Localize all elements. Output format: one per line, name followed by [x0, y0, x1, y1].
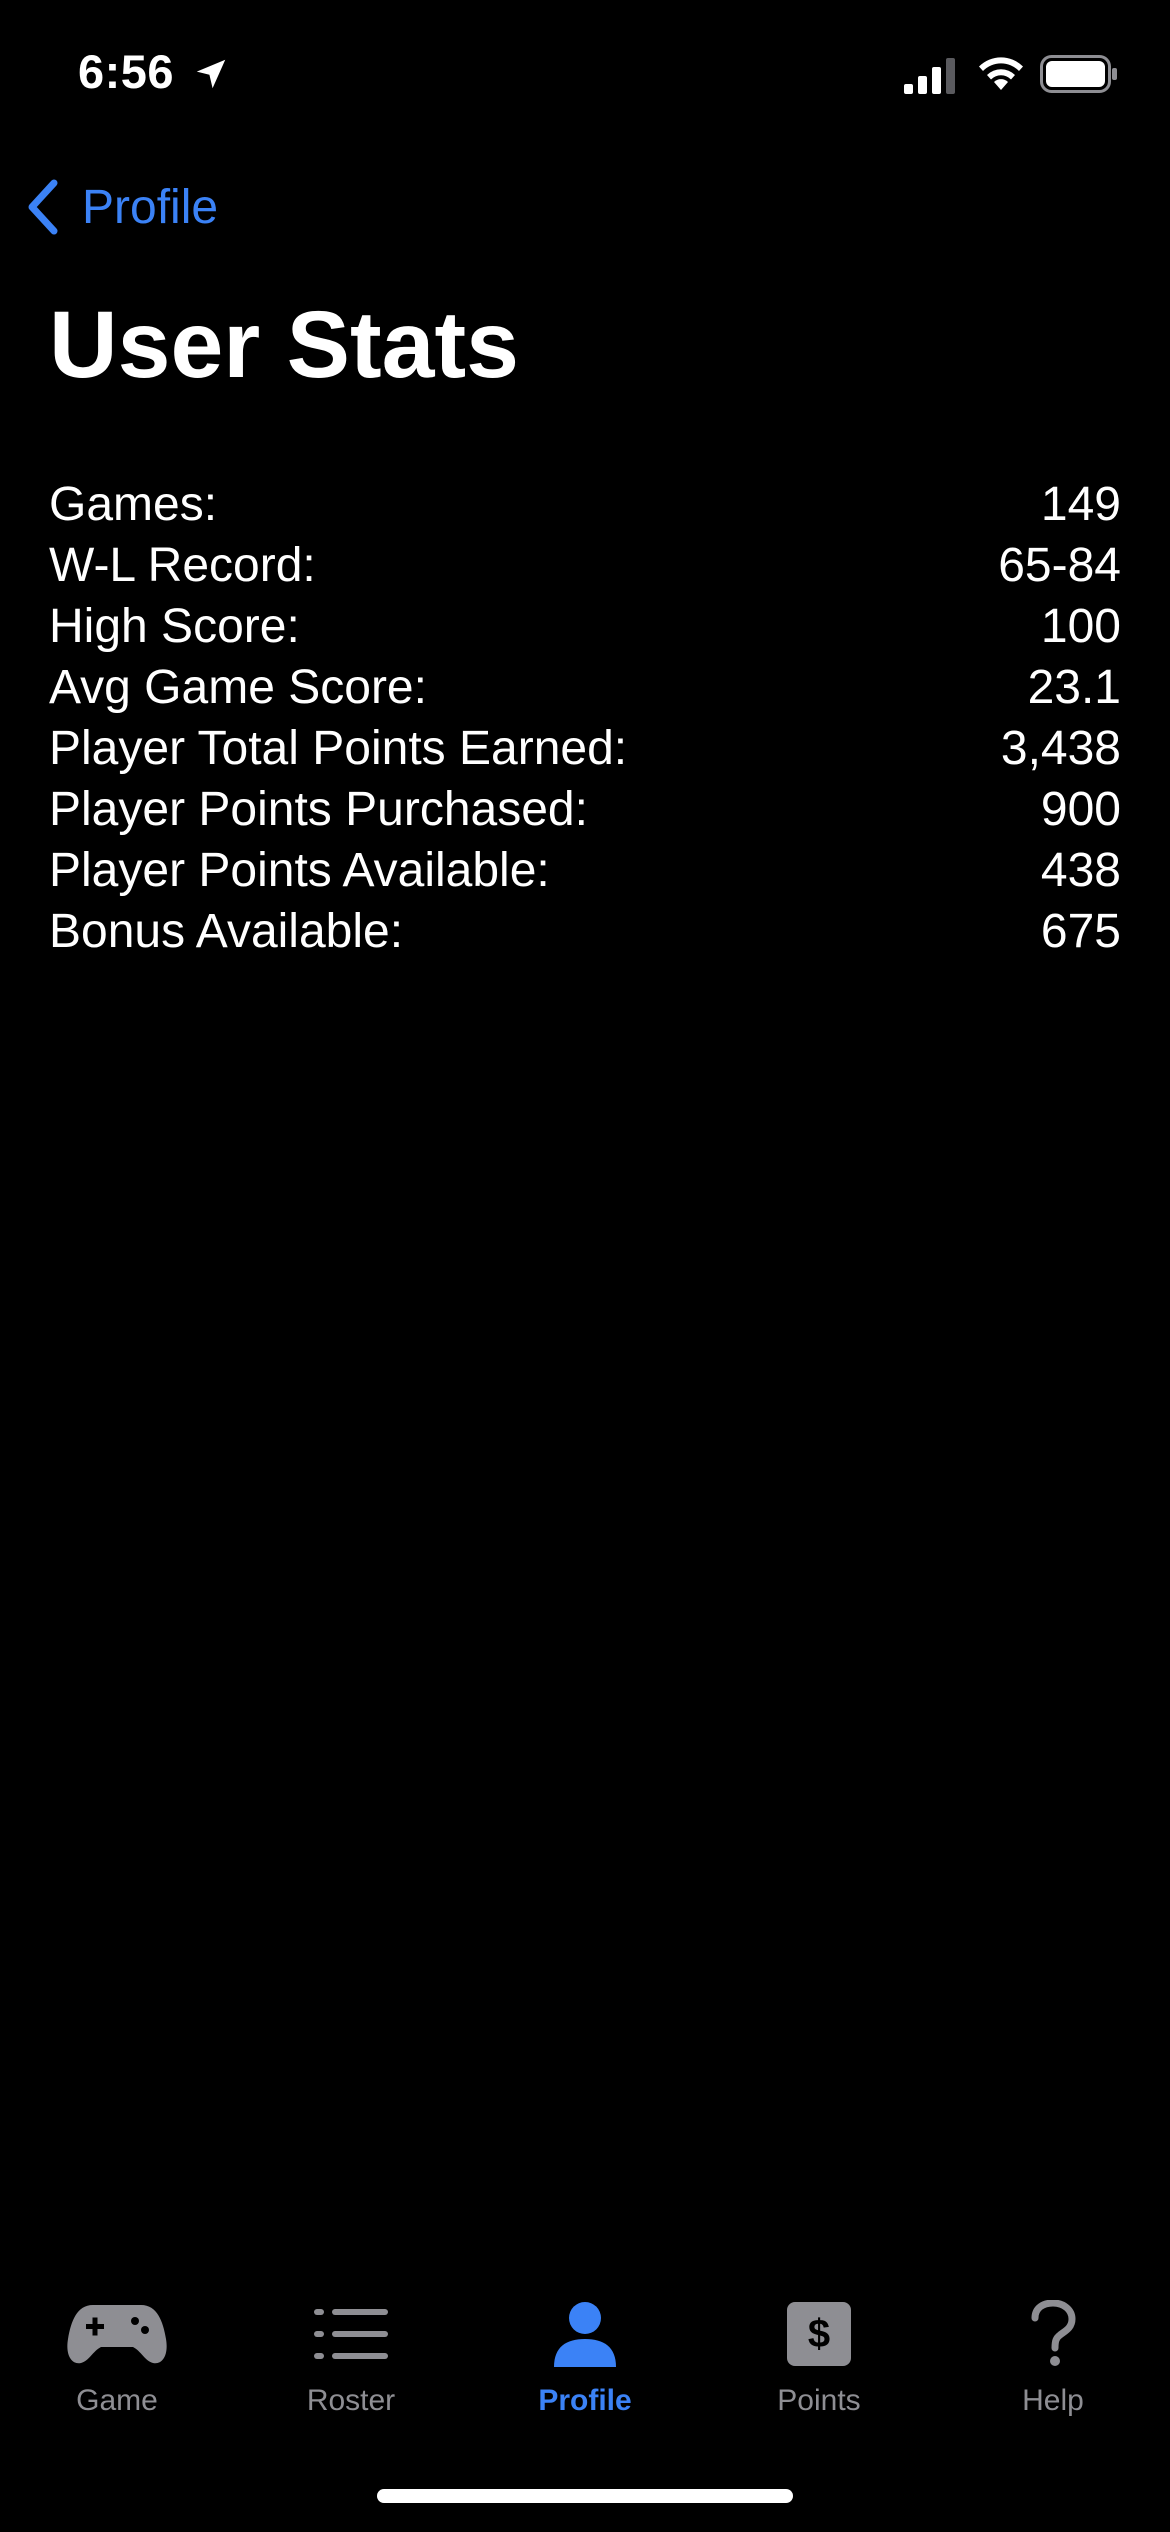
- stat-row-high-score: High Score: 100: [49, 596, 1121, 657]
- stat-value: 675: [1040, 905, 1121, 958]
- svg-text:$: $: [808, 2312, 830, 2356]
- stat-value: 438: [1040, 844, 1121, 897]
- stat-label: Bonus Available:: [49, 905, 404, 958]
- tab-label: Game: [76, 2384, 158, 2417]
- tab-help[interactable]: Help: [936, 2290, 1170, 2440]
- stat-row-avg-game-score: Avg Game Score: 23.1: [49, 657, 1121, 718]
- stat-row-wl-record: W-L Record: 65-84: [49, 535, 1121, 596]
- stats-list: Games: 149 W-L Record: 65-84 High Score:…: [49, 474, 1121, 962]
- stat-value: 100: [1040, 600, 1121, 653]
- stat-label: Player Points Available:: [49, 844, 550, 897]
- back-button[interactable]: Profile: [24, 172, 218, 242]
- tab-label: Profile: [538, 2384, 632, 2417]
- stat-label: Games:: [49, 478, 218, 531]
- tab-label: Help: [1022, 2384, 1084, 2417]
- wifi-icon: [979, 57, 1023, 90]
- home-indicator[interactable]: [377, 2489, 793, 2503]
- stat-label: High Score:: [49, 600, 300, 653]
- stat-value: 149: [1040, 478, 1121, 531]
- stat-row-points-available: Player Points Available: 438: [49, 840, 1121, 901]
- tab-game[interactable]: Game: [0, 2290, 234, 2440]
- gamecontroller-icon: [67, 2305, 167, 2364]
- stat-row-total-points-earned: Player Total Points Earned: 3,438: [49, 718, 1121, 779]
- tab-roster[interactable]: Roster: [234, 2290, 468, 2440]
- tab-profile[interactable]: Profile: [468, 2290, 702, 2440]
- stat-label: W-L Record:: [49, 539, 316, 592]
- stat-row-games: Games: 149: [49, 474, 1121, 535]
- stat-value: 65-84: [998, 539, 1121, 592]
- stat-value: 23.1: [1027, 661, 1121, 714]
- tab-label: Points: [777, 2384, 861, 2417]
- stat-row-points-purchased: Player Points Purchased: 900: [49, 779, 1121, 840]
- battery-icon: [1040, 55, 1117, 93]
- question-icon: [1031, 2300, 1076, 2366]
- dollar-icon: $: [787, 2302, 851, 2366]
- stat-label: Player Total Points Earned:: [49, 722, 628, 775]
- cellular-signal-icon: [904, 58, 955, 94]
- person-icon: [554, 2302, 616, 2367]
- stat-label: Player Points Purchased:: [49, 783, 588, 836]
- stat-label: Avg Game Score:: [49, 661, 427, 714]
- chevron-left-icon: [28, 179, 58, 235]
- location-arrow-icon: [196, 59, 226, 89]
- status-bar: 6:56: [0, 0, 1170, 150]
- tab-label: Roster: [306, 2384, 396, 2417]
- back-button-label: Profile: [82, 180, 219, 234]
- stat-value: 900: [1040, 783, 1121, 836]
- tab-points[interactable]: $ Points: [702, 2290, 936, 2440]
- stat-value: 3,438: [1000, 722, 1121, 775]
- stat-row-bonus-available: Bonus Available: 675: [49, 901, 1121, 962]
- list-icon: [314, 2309, 388, 2359]
- page-title: User Stats: [49, 292, 519, 398]
- tab-bar: Game Roster Profile $ Points Help: [0, 2290, 1170, 2440]
- status-time: 6:56: [78, 45, 175, 98]
